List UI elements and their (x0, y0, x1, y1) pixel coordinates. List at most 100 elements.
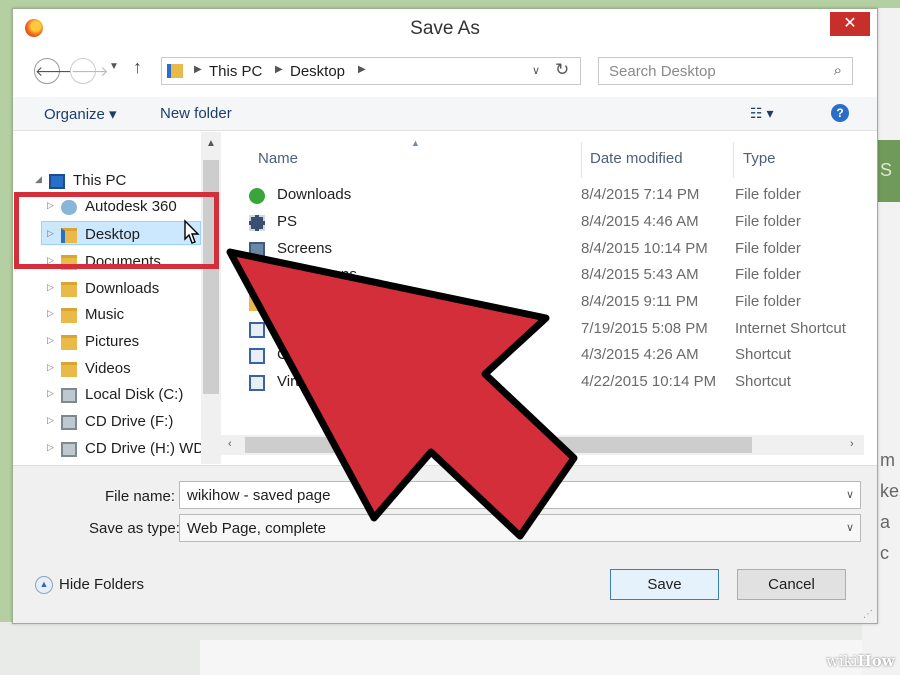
close-button[interactable]: ✕ (830, 12, 870, 36)
up-arrow-icon[interactable]: ↑ (133, 57, 142, 78)
hide-folders-button[interactable]: ▲ Hide Folders (35, 576, 144, 595)
file-date: 4/22/2015 10:14 PM (581, 373, 717, 390)
file-row[interactable]: Virt 4/22/2015 10:14 PM Shortcut (221, 370, 877, 396)
file-type: File folder (735, 213, 801, 230)
title-bar[interactable]: Save As ✕ (13, 9, 877, 47)
file-row[interactable]: 8/4/2015 9:11 PM File folder (221, 290, 877, 316)
breadcrumb-chevron-icon[interactable]: ▶ (358, 64, 366, 75)
tree-item-label: Local Disk (C:) (85, 386, 184, 403)
file-name: Virt (277, 373, 300, 390)
file-type: Internet Shortcut (735, 320, 846, 337)
file-date: 8/4/2015 9:11 PM (581, 293, 699, 310)
file-name-label: File name: (105, 488, 176, 505)
expand-arrow-icon[interactable]: ▷ (47, 308, 54, 319)
column-header-date[interactable]: Date modified (590, 150, 683, 167)
internet-shortcut-icon (249, 322, 265, 338)
file-name: Icons (321, 266, 357, 283)
shortcut-icon (249, 375, 265, 391)
save-form: File name: wikihow - saved page ∨ Save a… (13, 465, 877, 623)
search-icon[interactable]: ⌕ (834, 62, 842, 79)
expand-arrow-icon[interactable]: ▷ (47, 335, 54, 346)
file-row[interactable]: Downloads 8/4/2015 7:14 PM File folder (221, 183, 877, 209)
dialog-title: Save As (410, 18, 480, 39)
back-button[interactable]: 🡐 (34, 58, 73, 84)
horizontal-scroll-thumb[interactable] (245, 437, 752, 453)
collapse-icon: ▲ (35, 576, 53, 595)
background-footer-panel (200, 640, 862, 675)
file-name: Downloads (277, 186, 352, 203)
file-type: File folder (735, 266, 801, 283)
expand-arrow-icon[interactable]: ▷ (47, 415, 54, 426)
organize-button[interactable]: Organize ▾ (44, 105, 117, 123)
column-divider[interactable] (581, 142, 582, 178)
breadcrumb-chevron-icon[interactable]: ▶ (194, 64, 202, 75)
save-as-type-value: Web Page, complete (187, 520, 326, 537)
file-name-input[interactable]: wikihow - saved page ∨ (179, 481, 861, 509)
chevron-down-icon[interactable]: ∨ (846, 521, 854, 534)
screen-folder-icon (249, 242, 265, 258)
file-name: PS (277, 213, 298, 230)
file-name-value: wikihow - saved page (187, 487, 331, 504)
expand-arrow-icon[interactable]: ▷ (47, 388, 54, 399)
breadcrumb-desktop[interactable]: Desktop (290, 63, 345, 80)
save-as-type-label: Save as type: (89, 520, 180, 537)
file-row[interactable]: PS 8/4/2015 4:46 AM File folder (221, 210, 877, 236)
navigation-pane: ◢ This PC ▷ Autodesk 360 ▷ Desktop ▷ Doc… (13, 132, 221, 464)
tree-item-label: CD Drive (F:) (85, 413, 174, 430)
pc-icon (49, 174, 65, 189)
save-button[interactable]: Save (610, 569, 719, 600)
recent-locations-chevron-icon[interactable]: ▼ (109, 61, 119, 72)
wikihow-watermark: wikiHow (826, 652, 895, 670)
videos-folder-icon (61, 362, 77, 377)
refresh-icon[interactable]: ↻ (555, 60, 569, 80)
cd-drive-icon (61, 415, 77, 430)
file-row[interactable]: Screens 8/4/2015 10:14 PM File folder (221, 237, 877, 263)
breadcrumb-this-pc[interactable]: This PC (209, 63, 262, 80)
expand-arrow-icon[interactable]: ▷ (47, 442, 54, 453)
view-options-icon[interactable]: ☷ ▾ (750, 105, 773, 122)
background-text: c (880, 543, 889, 563)
file-name: Screens (277, 240, 333, 257)
file-row[interactable]: 7/19/2015 5:08 PM Internet Shortcut (221, 317, 877, 343)
chevron-down-icon[interactable]: ∨ (846, 488, 854, 501)
annotation-highlight-box (14, 192, 219, 269)
file-type: File folder (735, 293, 801, 310)
tree-item-label: This PC (73, 172, 127, 189)
scroll-up-arrow-icon[interactable]: ▲ (206, 138, 216, 149)
column-divider[interactable] (733, 142, 734, 178)
file-row[interactable]: Icons 8/4/2015 5:43 AM File folder (221, 263, 877, 289)
chevron-down-icon[interactable]: ∨ (532, 64, 540, 77)
file-row[interactable]: C 4/3/2015 4:26 AM Shortcut (221, 343, 877, 369)
sort-ascending-icon: ▲ (411, 138, 420, 148)
downloads-folder-icon (61, 282, 77, 297)
help-icon[interactable]: ? (831, 104, 849, 122)
address-bar[interactable]: ▶ This PC ▶ Desktop ▶ ∨ ↻ (161, 57, 581, 85)
scroll-right-arrow-icon[interactable]: › (850, 438, 854, 450)
file-type: Shortcut (735, 346, 791, 363)
expand-arrow-icon[interactable]: ▷ (47, 362, 54, 373)
pictures-folder-icon (61, 335, 77, 350)
file-type: File folder (735, 240, 801, 257)
cancel-button[interactable]: Cancel (737, 569, 846, 600)
tree-item-label: Videos (85, 360, 131, 377)
forward-button[interactable]: 🡒 (70, 58, 109, 84)
search-input[interactable]: Search Desktop (609, 63, 716, 80)
file-type: File folder (735, 186, 801, 203)
resize-grip-icon[interactable]: ⋰ (863, 609, 873, 620)
file-date: 8/4/2015 4:46 AM (581, 213, 699, 230)
save-as-type-select[interactable]: Web Page, complete ∨ (179, 514, 861, 542)
file-type: Shortcut (735, 373, 791, 390)
folder-icon (167, 64, 183, 78)
new-folder-button[interactable]: New folder (160, 105, 232, 122)
expand-arrow-icon[interactable]: ▷ (47, 282, 54, 293)
folder-icon (249, 295, 265, 311)
expand-arrow-icon[interactable]: ◢ (35, 174, 42, 185)
scroll-left-arrow-icon[interactable]: ‹ (228, 438, 232, 450)
column-header-name[interactable]: Name (258, 150, 298, 167)
file-date: 4/3/2015 4:26 AM (581, 346, 699, 363)
search-box[interactable]: Search Desktop ⌕ (598, 57, 853, 85)
column-header-type[interactable]: Type (743, 150, 776, 167)
file-name: C (277, 346, 288, 363)
breadcrumb-chevron-icon[interactable]: ▶ (275, 64, 283, 75)
shortcut-icon (249, 348, 265, 364)
